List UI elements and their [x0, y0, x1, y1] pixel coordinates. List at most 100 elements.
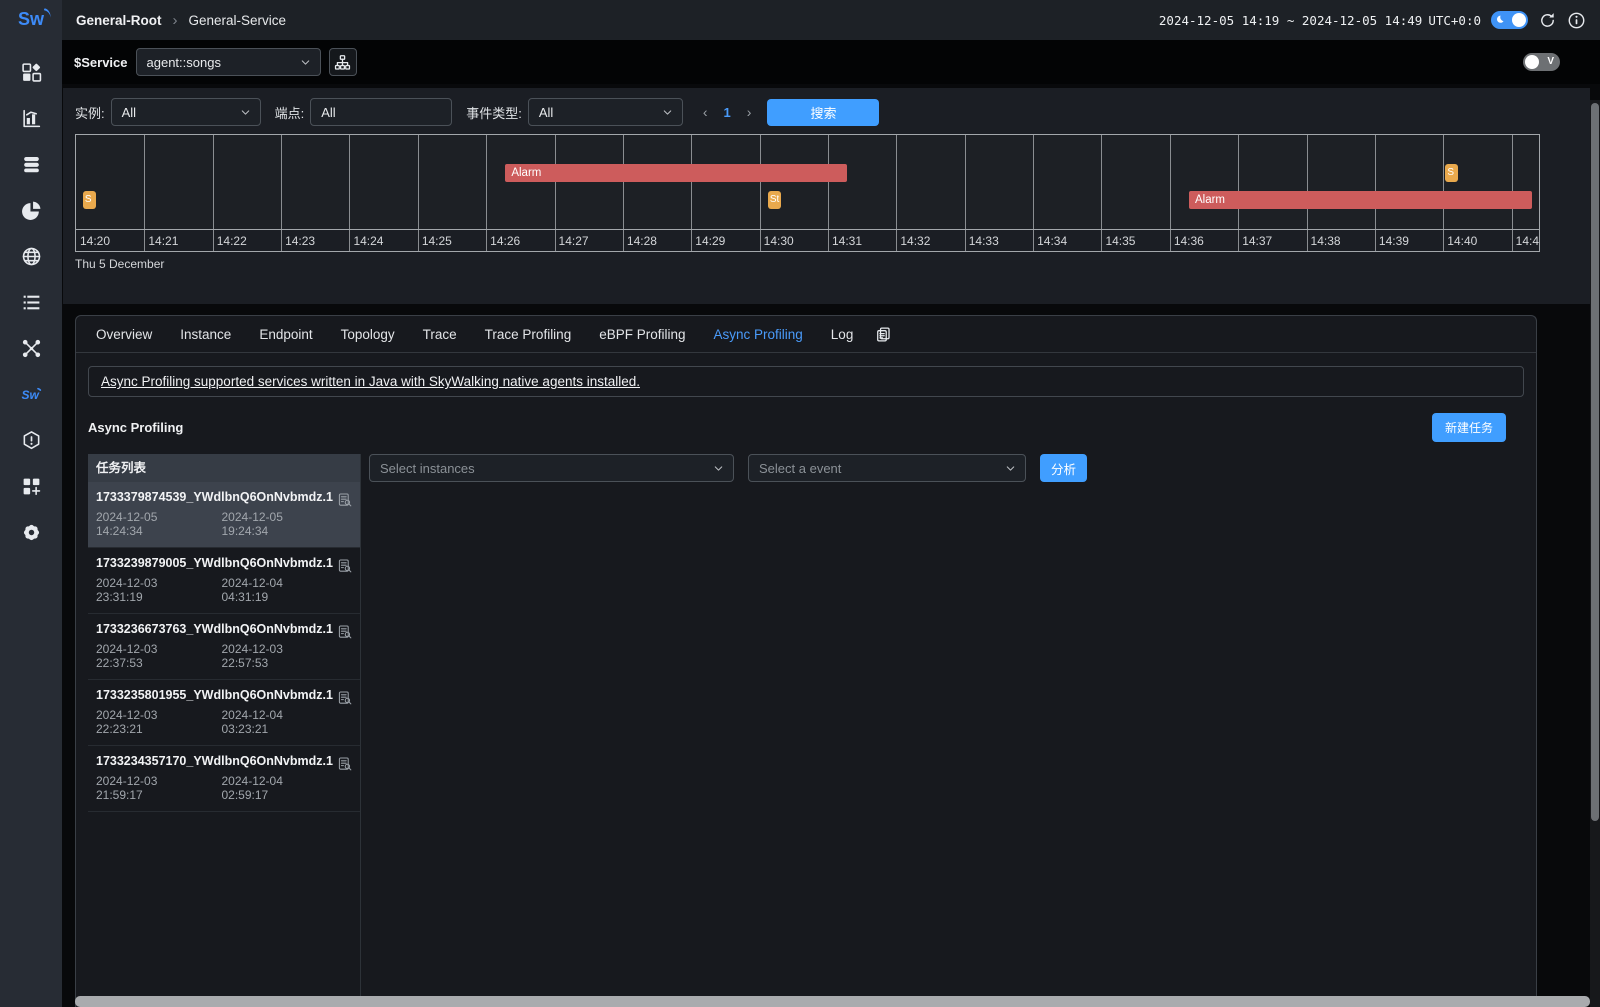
- tab-overview[interactable]: Overview: [82, 316, 166, 353]
- task-detail-icon[interactable]: [337, 624, 353, 640]
- task-detail-icon[interactable]: [337, 558, 353, 574]
- sidebar-item-dashboard[interactable]: [0, 49, 62, 95]
- horizontal-scrollbar[interactable]: [75, 996, 1590, 1007]
- chevron-down-icon: [299, 56, 312, 69]
- instance-filter-select[interactable]: All: [111, 98, 261, 126]
- tab-endpoint[interactable]: Endpoint: [245, 316, 326, 353]
- event-badge[interactable]: St: [768, 191, 781, 209]
- timeline-gridline: [965, 135, 966, 229]
- event-type-filter-select[interactable]: All: [528, 98, 683, 126]
- copy-pages-icon[interactable]: [875, 326, 892, 343]
- service-select-value: agent::songs: [147, 55, 221, 70]
- service-select[interactable]: agent::songs: [136, 48, 321, 76]
- sidebar: Sw Sw: [0, 0, 62, 1007]
- task-time-range: 2024-12-03 22:37:532024-12-03 22:57:53: [96, 642, 332, 670]
- timeline-gridline: [1512, 135, 1513, 229]
- event-select[interactable]: Select a event: [748, 454, 1026, 482]
- instances-select[interactable]: Select instances: [369, 454, 734, 482]
- timeline-tick-label: 14:35: [1101, 234, 1135, 248]
- task-start-time: 2024-12-03 22:37:53: [96, 642, 207, 670]
- async-profiling-doc-link[interactable]: Async Profiling supported services writt…: [101, 374, 640, 389]
- instance-filter-value: All: [122, 105, 136, 120]
- tab-topology[interactable]: Topology: [327, 316, 409, 353]
- task-end-time: 2024-12-05 19:24:34: [222, 510, 333, 538]
- info-icon[interactable]: [1567, 11, 1586, 30]
- tab-log[interactable]: Log: [817, 316, 868, 353]
- task-list-column: 任务列表 1733379874539_YWdlbnQ6OnNvbmdz.1202…: [88, 454, 361, 1007]
- service-label: $Service: [74, 55, 128, 70]
- vertical-scrollbar[interactable]: [1590, 100, 1600, 1007]
- time-range-picker[interactable]: 2024-12-05 14:19 ~ 2024-12-05 14:49: [1159, 13, 1422, 28]
- task-list-item[interactable]: 1733239879005_YWdlbnQ6OnNvbmdz.12024-12-…: [88, 548, 360, 614]
- task-list-item[interactable]: 1733234357170_YWdlbnQ6OnNvbmdz.12024-12-…: [88, 746, 360, 812]
- sidebar-item-bar-chart[interactable]: [0, 95, 62, 141]
- task-detail-icon[interactable]: [337, 690, 353, 706]
- instance-filter-label: 实例:: [75, 103, 105, 122]
- task-list: 1733379874539_YWdlbnQ6OnNvbmdz.1 2024-12-…: [88, 482, 360, 812]
- task-start-time: 2024-12-03 21:59:17: [96, 774, 207, 802]
- dashboard-icon: [21, 62, 42, 83]
- new-task-button[interactable]: 新建任务: [1432, 413, 1506, 442]
- tab-trace-profiling[interactable]: Trace Profiling: [471, 316, 586, 353]
- sidebar-item-shield-alert[interactable]: [0, 417, 62, 463]
- task-detail-icon[interactable]: [337, 756, 353, 772]
- timeline-gridline: [1033, 135, 1034, 229]
- database-icon: [21, 154, 42, 175]
- task-list-item[interactable]: 1733235801955_YWdlbnQ6OnNvbmdz.12024-12-…: [88, 680, 360, 746]
- service-topology-button[interactable]: [329, 48, 357, 76]
- timeline-tick-label: 14:37: [1238, 234, 1272, 248]
- dark-mode-toggle[interactable]: [1491, 11, 1528, 29]
- timeline-day-label: Thu 5 December: [75, 257, 1540, 271]
- sidebar-item-globe[interactable]: [0, 233, 62, 279]
- current-page[interactable]: 1: [724, 105, 731, 120]
- event-badge[interactable]: S: [1445, 164, 1458, 182]
- sidebar-item-pie-chart[interactable]: [0, 187, 62, 233]
- horizontal-scrollbar-thumb[interactable]: [75, 996, 1590, 1007]
- breadcrumb-current[interactable]: General-Service: [189, 13, 287, 28]
- sidebar-item-grid-plus[interactable]: [0, 463, 62, 509]
- task-detail-icon[interactable]: [337, 492, 353, 508]
- vertical-scrollbar-thumb[interactable]: [1591, 103, 1599, 821]
- skywalking-logo[interactable]: Sw: [18, 9, 44, 49]
- event-badge[interactable]: S: [83, 191, 96, 209]
- tab-trace[interactable]: Trace: [409, 316, 471, 353]
- timeline-tick-label: 14:29: [691, 234, 725, 248]
- search-button[interactable]: 搜索: [767, 99, 879, 126]
- task-id: 1733379874539_YWdlbnQ6OnNvbmdz.1: [96, 490, 332, 504]
- alarm-bar[interactable]: Alarm: [505, 164, 847, 182]
- sidebar-item-topology[interactable]: [0, 325, 62, 371]
- alarm-bar[interactable]: Alarm: [1189, 191, 1532, 209]
- tab-ebpf-profiling[interactable]: eBPF Profiling: [585, 316, 699, 353]
- analysis-area: Select instances Select a event 分析: [361, 454, 1536, 1007]
- breadcrumb-root[interactable]: General-Root: [76, 13, 162, 28]
- event-select-placeholder: Select a event: [759, 461, 841, 476]
- timeline-gridline: [486, 135, 487, 229]
- tab-instance[interactable]: Instance: [166, 316, 245, 353]
- task-start-time: 2024-12-03 23:31:19: [96, 576, 207, 604]
- prev-page-button[interactable]: ‹: [703, 104, 708, 120]
- analyze-button[interactable]: 分析: [1040, 454, 1087, 482]
- timeline-tick-label: 14:27: [555, 234, 589, 248]
- timeline-tick-label: 14:25: [418, 234, 452, 248]
- endpoint-filter-input[interactable]: [310, 98, 452, 126]
- timeline-gridline: [896, 135, 897, 229]
- timeline-gridline: [1170, 135, 1171, 229]
- timeline-gridline: [1101, 135, 1102, 229]
- tab-async-profiling[interactable]: Async Profiling: [700, 316, 817, 353]
- sidebar-item-database[interactable]: [0, 141, 62, 187]
- sidebar-item-skywalking[interactable]: Sw: [0, 371, 62, 417]
- globe-icon: [21, 246, 42, 267]
- task-start-time: 2024-12-05 14:24:34: [96, 510, 207, 538]
- next-page-button[interactable]: ›: [747, 104, 752, 120]
- refresh-icon[interactable]: [1538, 11, 1557, 30]
- timeline-tick-label: 14:36: [1170, 234, 1204, 248]
- chevron-down-icon: [661, 106, 674, 119]
- sidebar-item-list[interactable]: [0, 279, 62, 325]
- task-list-item[interactable]: 1733379874539_YWdlbnQ6OnNvbmdz.1 2024-12-…: [88, 482, 360, 548]
- version-toggle[interactable]: V: [1523, 53, 1560, 71]
- task-list-item[interactable]: 1733236673763_YWdlbnQ6OnNvbmdz.12024-12-…: [88, 614, 360, 680]
- sidebar-item-gear[interactable]: [0, 509, 62, 555]
- section-head: Async Profiling 新建任务: [88, 413, 1524, 442]
- chevron-down-icon: [1004, 462, 1017, 475]
- timeline-tick-label: 14:40: [1443, 234, 1477, 248]
